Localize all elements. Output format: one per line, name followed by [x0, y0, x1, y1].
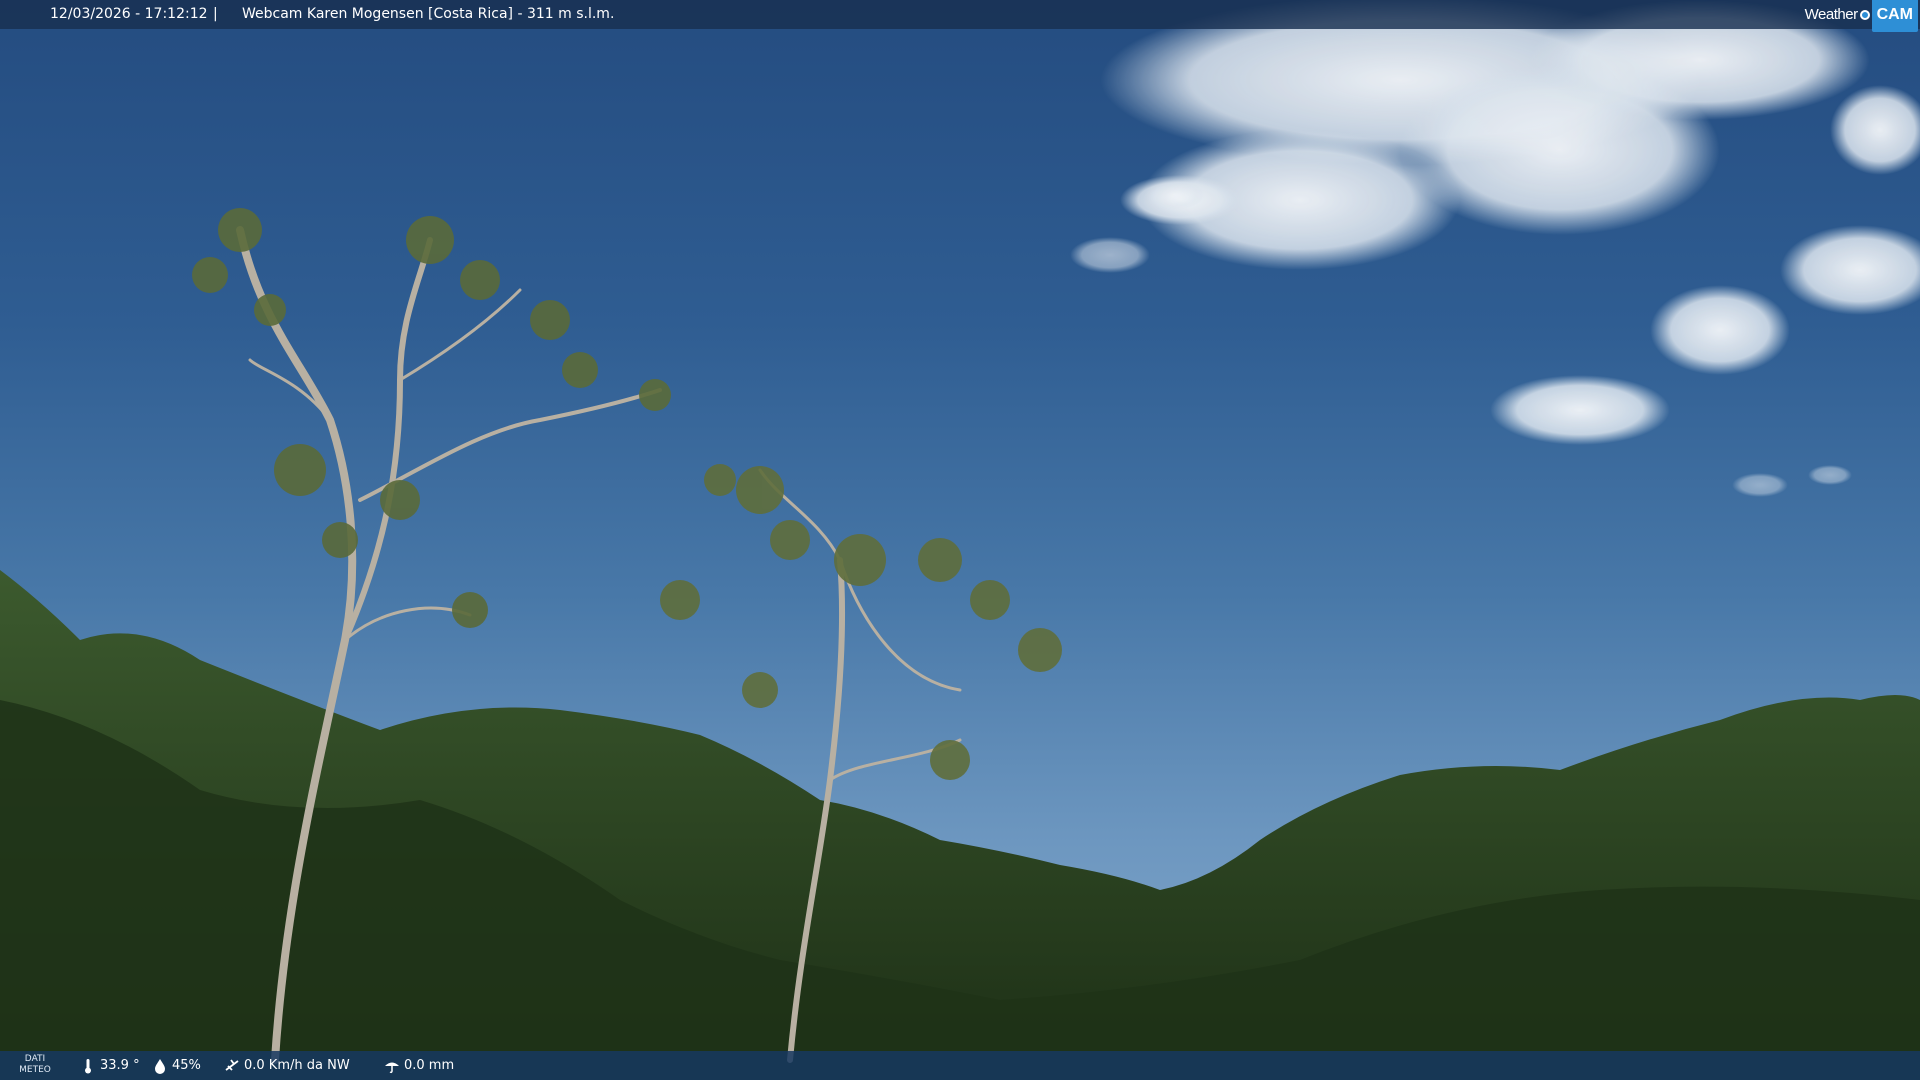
header-bar: 12/03/2026 - 17:12:12 | Webcam Karen Mog…: [0, 0, 1920, 32]
wind-value: 0.0 Km/h da NW: [244, 1058, 350, 1073]
logo-cam-text: CAM: [1871, 0, 1918, 32]
logo-dot-icon: [1859, 9, 1870, 20]
weather-data-bar: DATI METEO 33.9 ° 45% 0.0 Km/h da NW 0.0…: [0, 1051, 1920, 1080]
logo-weather-text: Weather: [1804, 6, 1858, 23]
weather-data-label: DATI METEO: [18, 1054, 52, 1076]
humidity-drop-icon: [155, 1058, 165, 1074]
clouds: [1070, 0, 1920, 497]
humidity-value: 45%: [172, 1058, 201, 1073]
rain-reading: 0.0 mm: [384, 1051, 454, 1080]
weathercam-logo: Weather CAM: [1804, 0, 1920, 32]
humidity-reading: 45%: [152, 1051, 201, 1080]
weather-data-label-line1: DATI: [24, 1054, 46, 1064]
rain-icon: [385, 1062, 399, 1073]
wind-icon: [225, 1058, 239, 1071]
tree-left-foliage: [192, 208, 671, 628]
thermometer-icon: [85, 1058, 91, 1073]
tree-middle-foliage: [660, 464, 1062, 780]
weather-data-label-line2: METEO: [19, 1065, 51, 1075]
header-separator: |: [213, 6, 218, 22]
webcam-title: Webcam Karen Mogensen [Costa Rica] - 311…: [242, 6, 615, 22]
temperature-reading: 33.9 °: [80, 1051, 140, 1080]
rain-value: 0.0 mm: [404, 1058, 455, 1073]
timestamp: 12/03/2026 - 17:12:12: [50, 6, 208, 22]
webcam-image: [0, 0, 1920, 1080]
landscape-illustration: [0, 0, 1920, 1080]
wind-reading: 0.0 Km/h da NW: [224, 1051, 350, 1080]
temperature-value: 33.9 °: [100, 1058, 140, 1073]
